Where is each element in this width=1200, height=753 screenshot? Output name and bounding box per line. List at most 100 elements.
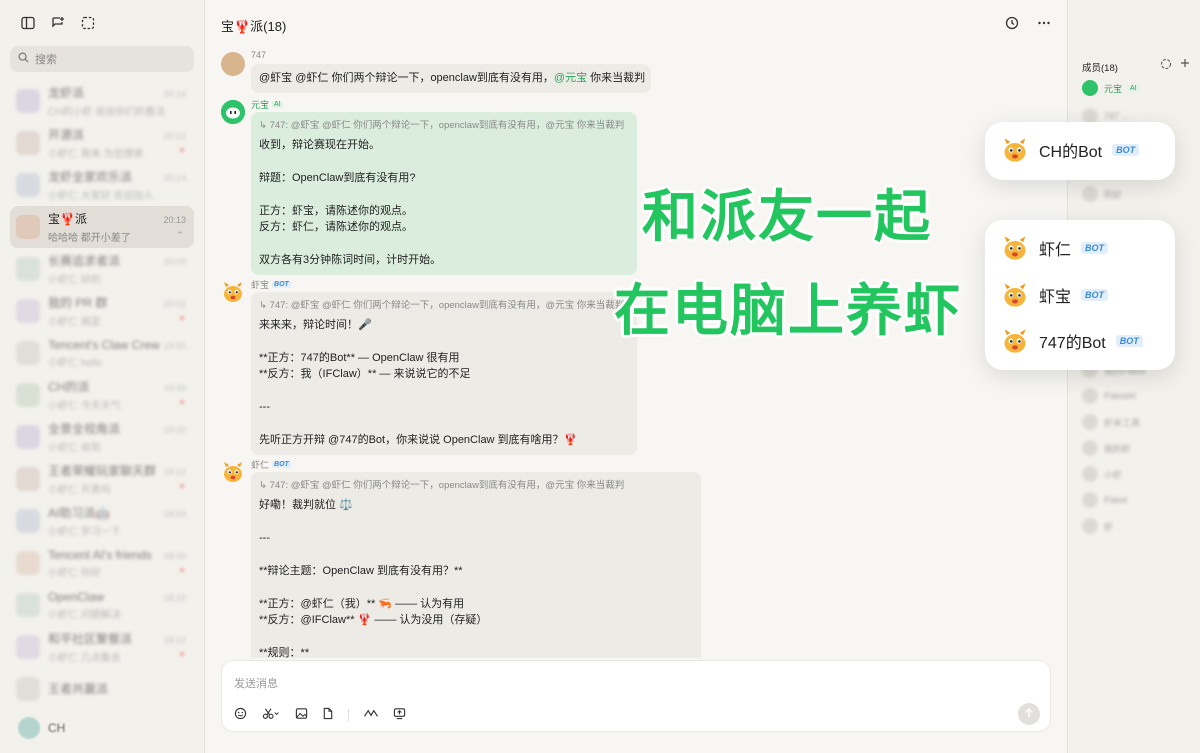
avatar: [16, 341, 40, 365]
conversation-item[interactable]: 开源派 小虾仁 我来 为您搜索 20:12: [10, 122, 194, 164]
message-sender: 747: [251, 50, 267, 60]
send-icon: [1024, 707, 1034, 721]
conversation-time: 20:13: [163, 215, 186, 225]
bot-name: 虾宝: [1039, 289, 1072, 306]
avatar: [1082, 186, 1098, 202]
search-input[interactable]: 搜索: [10, 46, 194, 72]
member-item[interactable]: 阿虾: [1082, 186, 1122, 202]
conversation-item[interactable]: 全景全视角派 小虾仁 收到 19:32: [10, 416, 194, 458]
conversation-item[interactable]: 王者荣耀玩家聊天群 小虾仁 开黑吗 19:10: [10, 458, 194, 500]
conversation-preview: 小虾仁 开黑吗: [48, 485, 111, 496]
send-button[interactable]: [1018, 703, 1040, 725]
conversation-item[interactable]: CH的派 小虾仁 今天天气 19:43: [10, 374, 194, 416]
conversation-item[interactable]: 龙虾派 CH的小虾 说说你们的看法 20:14: [10, 80, 194, 122]
conversation-item[interactable]: Tencent's Claw Crew 小虾仁 hello 19:55: [10, 332, 194, 374]
quote: ↳ 747: @虾宝 @虾仁 你们两个辩论一下，openclaw到底有没有用，@…: [259, 120, 625, 131]
add-member-icon[interactable]: [1160, 58, 1172, 73]
plus-icon[interactable]: [1180, 58, 1190, 73]
unread-dot: [180, 148, 184, 152]
conversation-item[interactable]: AI助习派🤖 小虾仁 学习一下 18:54: [10, 500, 194, 542]
scissors-icon[interactable]: [261, 707, 281, 723]
conversation-item[interactable]: Tencent AI's friends 小虾仁 你好 18:40: [10, 542, 194, 584]
message-line: [259, 579, 693, 596]
promo-headline-1: 和派友一起: [642, 185, 932, 250]
avatar: [16, 467, 40, 491]
conversation-item[interactable]: 王者共赢派: [10, 668, 194, 710]
conversation-item[interactable]: OpenClaw 小虾仁 问题解决 18:22: [10, 584, 194, 626]
member-count: 成员(18): [1082, 63, 1118, 74]
message-line: **反方：@IFClaw** 🦞 —— 认为没用（存疑）: [259, 614, 488, 626]
file-icon[interactable]: [322, 707, 334, 723]
link-icon[interactable]: [363, 707, 379, 723]
chat-panel: 宝🦞派(18) 747 @虾宝 @虾仁 你们两个辩论一下，openclaw到底有…: [205, 0, 1067, 753]
member-name: 747 ...: [1104, 111, 1130, 121]
image-icon[interactable]: [295, 707, 308, 723]
bot-card-row: 747的Bot BOT: [1001, 327, 1143, 355]
bot-card-row: 虾仁 BOT: [1001, 234, 1109, 262]
conversation-time: 18:40: [163, 551, 186, 561]
select-icon[interactable]: [80, 15, 96, 31]
member-name: 虾米工具: [1104, 417, 1141, 428]
message-line: [259, 383, 629, 400]
message-line: 正方：虾宝，请陈述你的观点。: [259, 204, 413, 217]
member-name: 元宝: [1104, 83, 1123, 94]
message-line: **正方：@虾仁（我）** 🦐 —— 认为有用: [259, 597, 465, 610]
avatar: [18, 717, 40, 739]
bot-badge: BOT: [1112, 144, 1140, 156]
conversation-item[interactable]: 和平社区聚餐派 小虾仁 几点集合 18:10: [10, 626, 194, 668]
search-placeholder: 搜索: [35, 54, 57, 66]
message-composer[interactable]: 发送消息: [221, 660, 1051, 732]
sidebar-toggle-icon[interactable]: [20, 15, 36, 31]
message-line: **反方：我（IFClaw）** — 来说说它的不足: [259, 368, 471, 380]
member-item[interactable]: 我的虾: [1082, 440, 1131, 456]
unread-dot: [180, 400, 184, 404]
unread-dot: [180, 316, 184, 320]
conversation-preview: 小虾仁 你好: [48, 567, 101, 579]
avatar: [221, 460, 245, 484]
member-item[interactable]: 小虾: [1082, 466, 1122, 482]
search-icon: [18, 52, 29, 66]
conversation-item[interactable]: 我的 PR 群小虾仁 搞定 20:02: [10, 290, 194, 332]
avatar: [1082, 440, 1098, 456]
message-line: 辩题：OpenClaw到底有没有用?: [259, 171, 416, 184]
sidebar: 搜索 龙虾派 CH的小虾 说说你们的看法 20:14 开源派 小虾仁 我来 为您搜索 20…: [0, 0, 205, 753]
unread-dot: [180, 652, 184, 656]
bot-badge: BOT: [1081, 242, 1109, 254]
member-item[interactable]: 虾米工具: [1082, 414, 1140, 430]
message-bubble: ↳ 747: @虾宝 @虾仁 你们两个辩论一下，openclaw到底有没有用，@…: [251, 472, 701, 658]
conversation-item[interactable]: 龙虾全家欢乐派 小虾仁 大家好 欢迎加入 20:14: [10, 164, 194, 206]
avatar: [221, 52, 245, 76]
message-sender: 虾宝 BOT: [251, 280, 291, 290]
screen-icon[interactable]: [393, 707, 406, 723]
conversation-item[interactable]: 长赛追求者派 小虾仁 好的 20:09: [10, 248, 194, 290]
bot-card-single: CH的Bot BOT: [985, 122, 1175, 180]
conversation-preview: 小虾仁 我来 为您搜索: [48, 149, 144, 160]
more-icon[interactable]: [1037, 16, 1051, 33]
avatar: [1082, 388, 1098, 404]
avatar: [16, 299, 40, 323]
pin-icon: ⌃: [176, 230, 184, 240]
message-bubble: @虾宝 @虾仁 你们两个辩论一下，openclaw到底有没有用，@元宝 你来当裁…: [251, 64, 651, 93]
conversation-preview: 小虾仁 hello: [48, 357, 102, 369]
member-item[interactable]: 元宝 AI: [1082, 80, 1139, 96]
history-icon[interactable]: [1005, 16, 1019, 33]
conversation-time: 19:32: [163, 425, 186, 435]
bot-avatar: [1004, 138, 1026, 162]
new-chat-icon[interactable]: [50, 15, 66, 31]
conversation-item[interactable]: 宝🦞派 哈哈哈 都开小差了 20:13 ⌃: [10, 206, 194, 248]
avatar: [16, 257, 40, 281]
conversation-time: 20:14: [163, 173, 186, 183]
member-item[interactable]: Pabot: [1082, 492, 1128, 508]
current-user[interactable]: CH: [18, 717, 65, 739]
message-line: 收到，辩论赛现在开始。: [259, 138, 380, 151]
bot-card-row: CH的Bot BOT: [1001, 136, 1140, 164]
member-item[interactable]: PabotAI: [1082, 388, 1136, 404]
emoji-icon[interactable]: [234, 707, 247, 723]
conversation-time: 19:55: [163, 341, 186, 351]
member-item[interactable]: 虾: [1082, 518, 1113, 534]
avatar: [16, 131, 40, 155]
message-line: [259, 629, 693, 646]
conversation-preview: 小虾仁 学习一下: [48, 527, 121, 538]
bot-card-row: 虾宝 BOT: [1001, 281, 1109, 309]
member-name: 虾: [1104, 521, 1114, 532]
